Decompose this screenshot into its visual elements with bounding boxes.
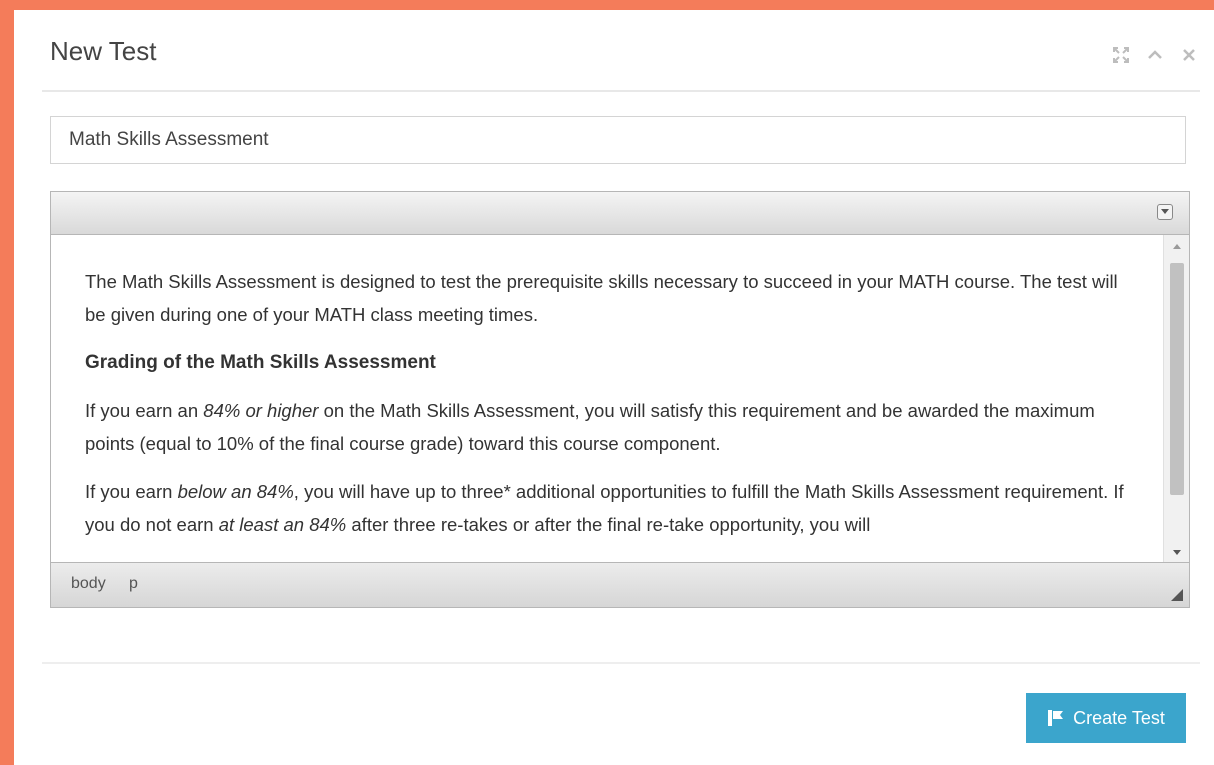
dialog-header: New Test (42, 10, 1200, 92)
grading-heading: Grading of the Math Skills Assessment (85, 352, 436, 373)
editor-content[interactable]: The Math Skills Assessment is designed t… (51, 235, 1163, 563)
scrollbar-thumb[interactable] (1170, 263, 1184, 495)
footer-divider (42, 662, 1200, 664)
editor-toolbar (51, 192, 1189, 235)
grading-paragraph-1: If you earn an 84% or higher on the Math… (85, 400, 1095, 454)
close-icon[interactable] (1178, 44, 1200, 66)
intro-paragraph: The Math Skills Assessment is designed t… (85, 271, 1118, 325)
element-path-p[interactable]: p (129, 575, 138, 593)
collapse-icon[interactable] (1144, 44, 1166, 66)
rich-text-editor: The Math Skills Assessment is designed t… (50, 191, 1190, 608)
scroll-down-icon[interactable] (1164, 541, 1189, 563)
toolbar-toggle-button[interactable] (1157, 204, 1173, 220)
test-name-input[interactable] (50, 116, 1186, 164)
dialog-title: New Test (50, 36, 157, 66)
chevron-down-icon (1161, 209, 1169, 214)
create-test-label: Create Test (1073, 707, 1165, 728)
resize-grip-icon[interactable] (1171, 589, 1183, 601)
flag-icon (1048, 710, 1064, 726)
new-test-dialog: New Test Math Skills Assessment The Math… (14, 10, 1214, 765)
editor-statusbar: body p (51, 562, 1189, 607)
element-path-body[interactable]: body (71, 575, 106, 593)
grading-paragraph-2: If you earn below an 84%, you will have … (85, 481, 1124, 535)
editor-scrollbar[interactable] (1163, 235, 1189, 563)
window-controls (1110, 44, 1200, 66)
create-test-button[interactable]: Create Test (1026, 693, 1186, 743)
expand-icon[interactable] (1110, 44, 1132, 66)
scroll-up-icon[interactable] (1164, 235, 1189, 257)
